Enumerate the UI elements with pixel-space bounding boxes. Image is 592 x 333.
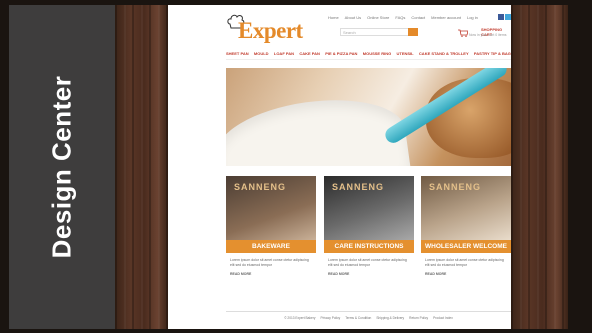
card-brand: SANNENG	[234, 182, 287, 192]
card-image[interactable]: SANNENG	[421, 176, 511, 240]
website-mockup: Expert Home About Us Online Store FAQs C…	[168, 5, 511, 329]
read-more-link[interactable]: READ MORE	[421, 270, 511, 278]
slide-frame: Design Center Expert Home About Us Onlin…	[0, 0, 592, 333]
nav-pastry-tip[interactable]: PASTRY TIP & BAG	[474, 51, 511, 56]
top-nav-home[interactable]: Home	[328, 15, 339, 20]
card-description: Lorem ipsum dolor sit amet conse ctetur …	[425, 258, 504, 267]
top-nav-member[interactable]: Member account	[431, 15, 461, 20]
card-description: Lorem ipsum dolor sit amet conse ctetur …	[230, 258, 309, 267]
site-logo[interactable]: Expert	[238, 18, 303, 44]
nav-cake-pan[interactable]: CAKE PAN	[299, 51, 320, 56]
search-input[interactable]: Search	[340, 28, 418, 36]
cart-icon[interactable]	[458, 29, 468, 37]
card-brand: SANNENG	[332, 182, 385, 192]
card-label[interactable]: WHOLESALER WELCOME	[421, 240, 511, 253]
sidebar-title: Design Center	[46, 75, 77, 259]
card-label[interactable]: BAKEWARE	[226, 240, 316, 253]
hero-banner[interactable]	[226, 68, 511, 166]
top-nav: Home About Us Online Store FAQs Contact …	[328, 15, 478, 20]
footer-terms[interactable]: Terms & Condition	[345, 316, 371, 320]
cart-summary: Now in your cart 0 items	[469, 33, 507, 37]
nav-loaf-pan[interactable]: LOAF PAN	[274, 51, 294, 56]
top-nav-about[interactable]: About Us	[345, 15, 361, 20]
nav-sheet-pan[interactable]: SHEET PAN	[226, 51, 249, 56]
read-more-link[interactable]: READ MORE	[324, 270, 414, 278]
top-nav-faqs[interactable]: FAQs	[395, 15, 405, 20]
nav-utensil[interactable]: UTENSIL	[397, 51, 414, 56]
wood-background-right	[511, 5, 568, 329]
card-brand: SANNENG	[429, 182, 482, 192]
nav-cake-stand[interactable]: CAKE STAND & TROLLEY	[419, 51, 469, 56]
card-image[interactable]: SANNENG	[324, 176, 414, 240]
wood-background-left	[115, 5, 168, 329]
top-nav-store[interactable]: Online Store	[367, 15, 389, 20]
search-button[interactable]	[408, 28, 418, 36]
top-nav-contact[interactable]: Contact	[411, 15, 425, 20]
card-image[interactable]: SANNENG	[226, 176, 316, 240]
footer-privacy[interactable]: Privacy Policy	[320, 316, 340, 320]
card-label[interactable]: CARE INSTRUCTIONS	[324, 240, 414, 253]
social-links	[498, 14, 511, 20]
sidebar-panel: Design Center	[9, 5, 115, 329]
site-footer: © 2013 Expert Bakery Privacy Policy Term…	[226, 311, 511, 320]
nav-mould[interactable]: MOULD	[254, 51, 269, 56]
card-care-instructions[interactable]: SANNENG CARE INSTRUCTIONS Lorem ipsum do…	[324, 176, 414, 286]
footer-index[interactable]: Product Index	[433, 316, 453, 320]
nav-mousse-ring[interactable]: MOUSSE RING	[363, 51, 391, 56]
card-bakeware[interactable]: SANNENG BAKEWARE Lorem ipsum dolor sit a…	[226, 176, 316, 286]
footer-shipping[interactable]: Shipping & Delivery	[376, 316, 404, 320]
facebook-icon[interactable]	[498, 14, 504, 20]
read-more-link[interactable]: READ MORE	[226, 270, 316, 278]
card-wholesaler-welcome[interactable]: SANNENG WHOLESALER WELCOME Lorem ipsum d…	[421, 176, 511, 286]
twitter-icon[interactable]	[505, 14, 511, 20]
main-nav: SHEET PAN MOULD LOAF PAN CAKE PAN PIE & …	[226, 51, 511, 60]
footer-return[interactable]: Return Policy	[409, 316, 428, 320]
top-nav-login[interactable]: Log in	[467, 15, 478, 20]
nav-pie-pizza-pan[interactable]: PIE & PIZZA PAN	[325, 51, 357, 56]
hero-cake-image	[226, 89, 411, 166]
footer-copyright: © 2013 Expert Bakery	[284, 316, 316, 320]
card-description: Lorem ipsum dolor sit amet conse ctetur …	[328, 258, 407, 267]
